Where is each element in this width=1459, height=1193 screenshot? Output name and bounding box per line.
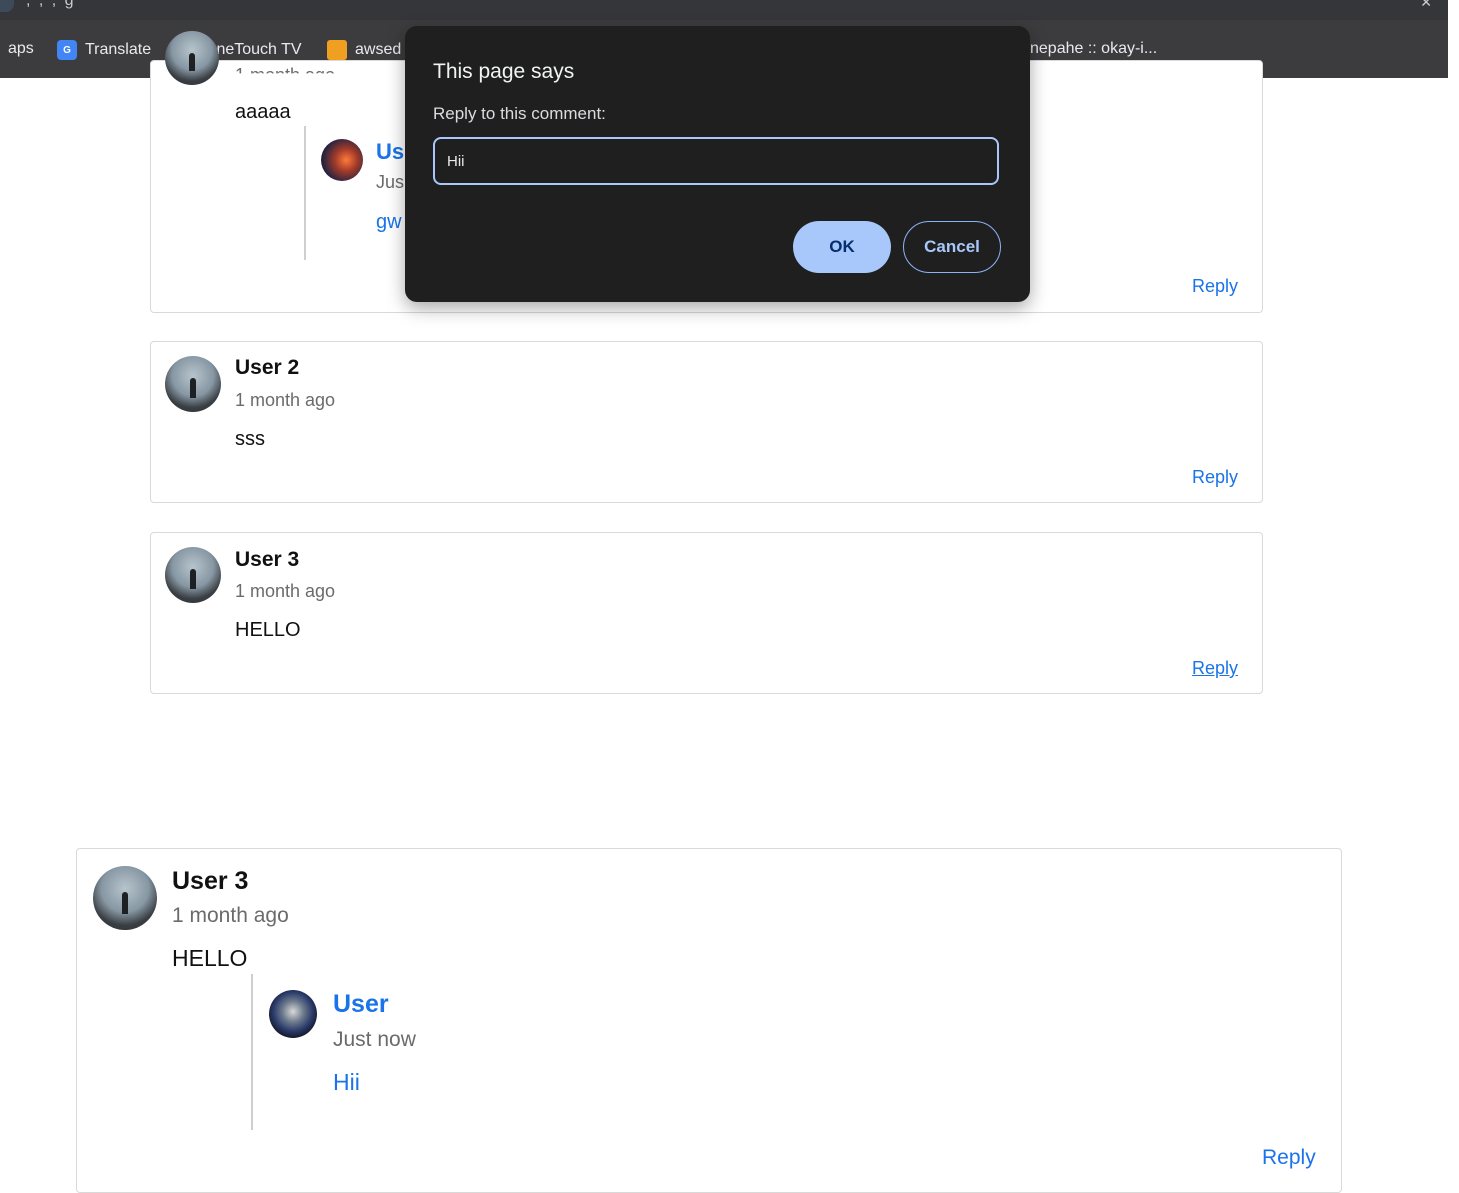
comment-author[interactable]: User 3: [235, 548, 299, 572]
browser-title-bar: , , , g ✕: [0, 0, 1448, 20]
avatar: [165, 547, 221, 603]
bookmark-nepahe[interactable]: nepahe :: okay-i...: [1030, 40, 1157, 58]
comment-text: HELLO: [235, 619, 301, 641]
nested-comment-time: Jus: [376, 172, 405, 192]
reply-link[interactable]: Reply: [1262, 1146, 1316, 1170]
bookmark-label: awsed: [355, 41, 402, 58]
reply-link[interactable]: Reply: [1192, 276, 1238, 297]
avatar: [165, 31, 219, 85]
nested-comment-time: Just now: [333, 1028, 416, 1051]
comment-card: User 3 1 month ago HELLO Reply: [150, 532, 1263, 694]
comment-time: 1 month ago: [235, 581, 336, 601]
comment-time: 1 month ago: [235, 65, 336, 85]
bookmark-awsed[interactable]: awsed: [327, 40, 401, 60]
google-translate-icon: G: [57, 40, 77, 60]
avatar: [93, 866, 157, 930]
comment-card: User 2 1 month ago sss Reply: [150, 341, 1263, 503]
avatar: [269, 990, 317, 1038]
dialog-message: Reply to this comment:: [433, 104, 606, 123]
tab-edge: [0, 0, 14, 12]
nested-comment-text: gw: [376, 211, 402, 233]
nested-comment-text: Hii: [333, 1069, 360, 1095]
bookmark-label: aps: [8, 40, 34, 57]
prompt-dialog: This page says Reply to this comment: OK…: [405, 26, 1030, 302]
nested-comment-author[interactable]: User: [333, 990, 389, 1019]
comment-author[interactable]: User 2: [235, 356, 299, 380]
comment-text: HELLO: [172, 945, 248, 971]
cancel-button[interactable]: Cancel: [903, 221, 1001, 273]
comment-card: User 3 1 month ago HELLO User Just now H…: [76, 848, 1342, 1193]
reply-link[interactable]: Reply: [1192, 467, 1238, 488]
title-fragment: , , , g: [26, 0, 76, 9]
reply-link[interactable]: Reply: [1192, 658, 1238, 679]
bookmark-label: Translate: [85, 41, 152, 58]
bookmark-apps[interactable]: aps: [8, 40, 34, 58]
close-icon[interactable]: ✕: [1420, 0, 1432, 11]
thread-line: [304, 126, 306, 260]
bookmark-translate[interactable]: G Translate: [57, 40, 151, 60]
comment-text: sss: [235, 428, 265, 450]
comment-time: 1 month ago: [235, 390, 336, 410]
aws-box-icon: [327, 40, 347, 60]
comment-text: aaaaa: [235, 101, 291, 123]
nested-comment-author[interactable]: Us: [376, 139, 404, 165]
bookmark-label: nepahe :: okay-i...: [1030, 40, 1158, 57]
comment-author[interactable]: User 3: [172, 867, 248, 896]
ok-button[interactable]: OK: [793, 221, 891, 273]
thread-line: [251, 974, 253, 1130]
avatar: [321, 139, 363, 181]
avatar: [165, 356, 221, 412]
comment-time: 1 month ago: [172, 904, 289, 927]
dialog-title: This page says: [433, 60, 575, 83]
reply-input[interactable]: [433, 137, 999, 185]
